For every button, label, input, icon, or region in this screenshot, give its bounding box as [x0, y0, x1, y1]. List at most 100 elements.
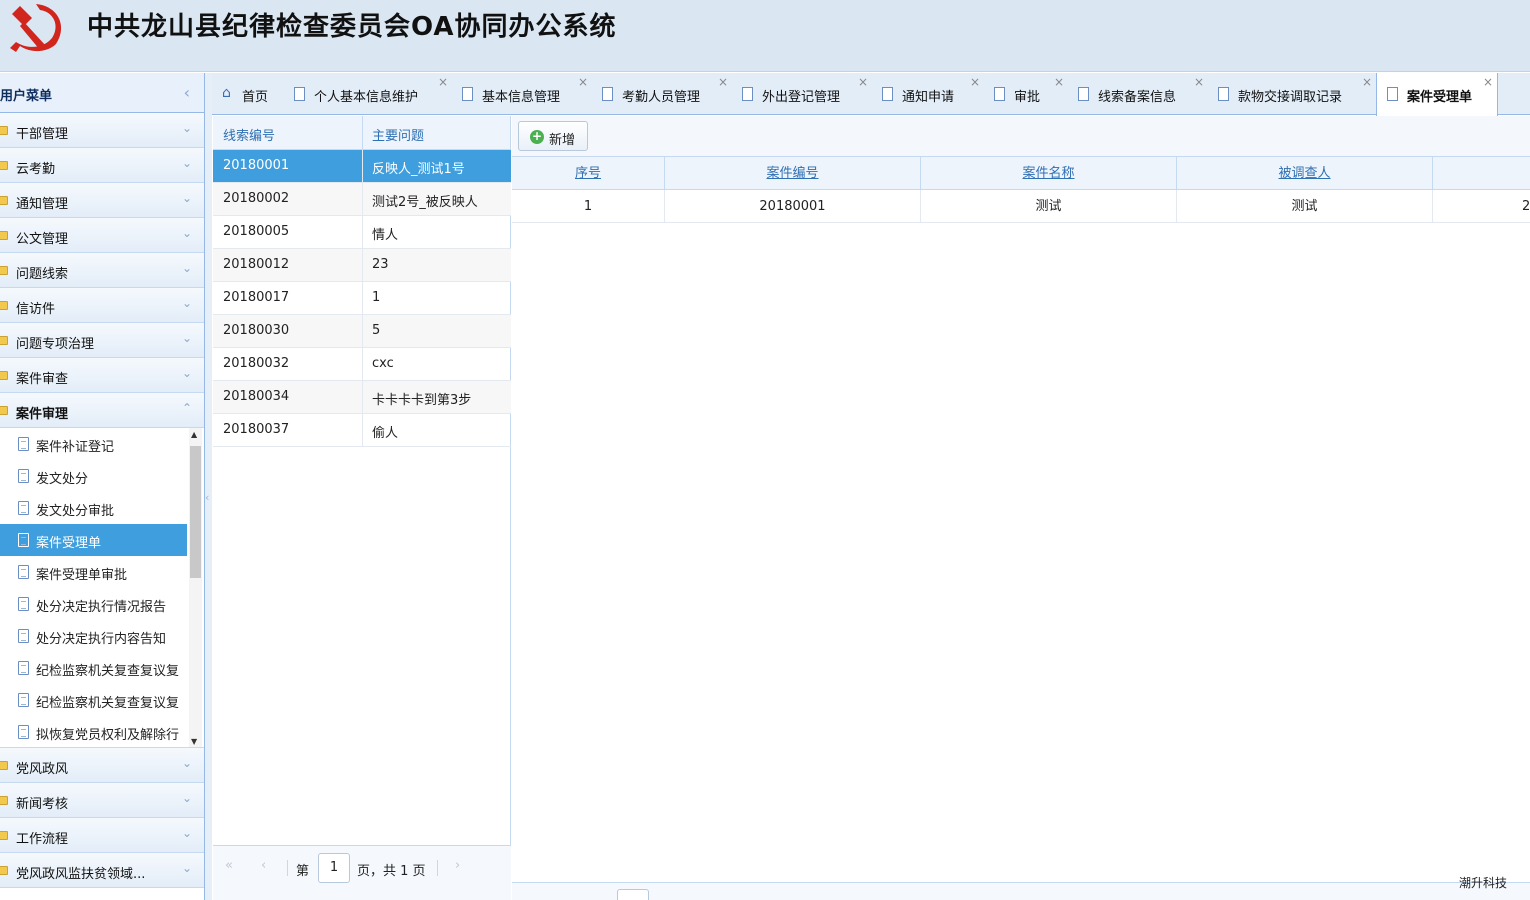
tab[interactable]: 基本信息管理 ×: [452, 73, 592, 115]
chevron-down-icon: ⌄: [181, 366, 192, 380]
close-icon[interactable]: ×: [578, 75, 588, 89]
submenu-scrollbar[interactable]: ▲ ▼: [189, 428, 202, 747]
table-row[interactable]: 20180032 cxc: [213, 348, 511, 381]
close-icon[interactable]: ×: [970, 75, 980, 89]
close-icon[interactable]: ×: [1362, 75, 1372, 89]
pagination: [512, 882, 1530, 900]
table-row[interactable]: 20180012 23: [213, 249, 511, 282]
table-row[interactable]: 20180017 1: [213, 282, 511, 315]
tab[interactable]: 个人基本信息维护 ×: [284, 73, 452, 115]
chevron-down-icon: ⌄: [181, 791, 192, 805]
next-page-icon[interactable]: ›: [455, 858, 460, 873]
sidebar-group[interactable]: 问题线索 ⌄: [0, 253, 204, 288]
document-icon: [18, 597, 29, 611]
collapse-sidebar-icon[interactable]: ‹: [184, 83, 190, 102]
table-row[interactable]: 20180030 5: [213, 315, 511, 348]
submenu-item-active[interactable]: 案件受理单: [0, 524, 187, 556]
chevron-left-icon[interactable]: ‹: [205, 491, 209, 504]
submenu-item[interactable]: 案件受理单审批: [0, 556, 187, 588]
table-row[interactable]: 20180005 情人: [213, 216, 511, 249]
sidebar-group[interactable]: 云考勤 ⌄: [0, 148, 204, 183]
tab-active[interactable]: 案件受理单 ×: [1376, 73, 1498, 116]
sidebar-group[interactable]: 公文管理 ⌄: [0, 218, 204, 253]
column-header[interactable]: 主要问题: [372, 125, 424, 144]
table-row[interactable]: 1 20180001 测试 测试 2: [512, 190, 1530, 223]
panel-splitter[interactable]: ‹: [205, 73, 212, 900]
table-row[interactable]: 20180002 测试2号_被反映人: [213, 183, 511, 216]
column-header[interactable]: 序号: [512, 157, 665, 190]
close-icon[interactable]: ×: [1483, 75, 1493, 89]
column-header[interactable]: 线索编号: [223, 125, 275, 144]
tab[interactable]: 审批 ×: [984, 73, 1068, 115]
table-row[interactable]: 20180001 反映人_测试1号: [213, 150, 511, 183]
document-icon: [18, 725, 29, 739]
close-icon[interactable]: ×: [438, 75, 448, 89]
submenu-item[interactable]: 处分决定执行情况报告: [0, 588, 187, 620]
scroll-up-icon[interactable]: ▲: [191, 430, 197, 439]
tab-bar: ⌂ 首页 个人基本信息维护 × 基本信息管理 × 考勤人员管理 × 外出登记管理 × 通知…: [212, 73, 1530, 116]
document-icon: [18, 693, 29, 707]
close-icon[interactable]: ×: [1054, 75, 1064, 89]
submenu-item[interactable]: 纪检监察机关复查复议复: [0, 684, 187, 716]
sidebar-header: 用户菜单 ‹: [0, 73, 204, 113]
scroll-down-icon[interactable]: ▼: [191, 737, 197, 746]
home-icon: ⌂: [222, 85, 231, 101]
app-title: 中共龙山县纪律检查委员会OA协同办公系统: [87, 12, 617, 42]
sidebar-group-open[interactable]: 案件审理 ⌃: [0, 393, 204, 428]
document-icon: [18, 565, 29, 579]
close-icon[interactable]: ×: [858, 75, 868, 89]
sidebar-group[interactable]: 问题专项治理 ⌄: [0, 323, 204, 358]
close-icon[interactable]: ×: [1194, 75, 1204, 89]
close-icon[interactable]: ×: [718, 75, 728, 89]
page-number-input[interactable]: [617, 889, 649, 900]
document-icon: [18, 501, 29, 515]
folder-icon: [0, 161, 8, 170]
column-header[interactable]: 被调查人: [1177, 157, 1433, 190]
sidebar-group[interactable]: 案件审查 ⌄: [0, 358, 204, 393]
sidebar-group[interactable]: 信访件 ⌄: [0, 288, 204, 323]
chevron-down-icon: ⌄: [181, 826, 192, 840]
sidebar-group[interactable]: 党风政风监扶贫领域... ⌄: [0, 853, 204, 888]
page-number-input[interactable]: 1: [318, 853, 350, 883]
add-button[interactable]: + 新增: [518, 121, 588, 151]
table-row[interactable]: 20180037 偷人: [213, 414, 511, 447]
sidebar-group[interactable]: 干部管理 ⌄: [0, 113, 204, 148]
first-page-icon[interactable]: «: [225, 858, 233, 873]
folder-icon: [0, 266, 8, 275]
column-header[interactable]: 案件名称: [921, 157, 1177, 190]
sidebar: 用户菜单 ‹ 干部管理 ⌄ 云考勤 ⌄ 通知管理 ⌄ 公文管理 ⌄ 问题线索 ⌄ 信访件 ⌄…: [0, 73, 205, 900]
submenu-item[interactable]: 纪检监察机关复查复议复: [0, 652, 187, 684]
clue-list-panel: 线索编号 主要问题 20180001 反映人_测试1号 20180002 测试2号_…: [213, 116, 511, 900]
tab[interactable]: 考勤人员管理 ×: [592, 73, 732, 115]
submenu-item[interactable]: 处分决定执行内容告知: [0, 620, 187, 652]
sidebar-group[interactable]: 党风政风 ⌄: [0, 748, 204, 783]
document-icon: [294, 87, 305, 101]
sidebar-group[interactable]: 新闻考核 ⌄: [0, 783, 204, 818]
column-header[interactable]: 案件编号: [665, 157, 921, 190]
folder-icon: [0, 866, 8, 875]
chevron-down-icon: ⌄: [181, 296, 192, 310]
submenu-item[interactable]: 发文处分: [0, 460, 187, 492]
scrollbar-thumb[interactable]: [190, 446, 201, 578]
tab[interactable]: 线索备案信息 ×: [1068, 73, 1208, 115]
table-row[interactable]: 20180034 卡卡卡卡到第3步: [213, 381, 511, 414]
prev-page-icon[interactable]: ‹: [261, 858, 266, 873]
chevron-down-icon: ⌄: [181, 156, 192, 170]
tab[interactable]: 通知申请 ×: [872, 73, 984, 115]
chevron-down-icon: ⌄: [181, 261, 192, 275]
app-header: 中共龙山县纪律检查委员会OA协同办公系统: [0, 0, 1530, 72]
document-icon: [1078, 87, 1089, 101]
tab-home[interactable]: ⌂ 首页: [212, 73, 284, 115]
chevron-down-icon: ⌄: [181, 226, 192, 240]
case-table-header: 序号 案件编号 案件名称 被调查人: [512, 157, 1530, 190]
document-icon: [602, 87, 613, 101]
sidebar-group[interactable]: 通知管理 ⌄: [0, 183, 204, 218]
submenu-item[interactable]: 发文处分审批: [0, 492, 187, 524]
folder-icon: [0, 831, 8, 840]
submenu-item[interactable]: 拟恢复党员权利及解除行: [0, 716, 187, 747]
submenu-item[interactable]: 案件补证登记: [0, 428, 187, 460]
sidebar-group[interactable]: 工作流程 ⌄: [0, 818, 204, 853]
folder-icon: [0, 231, 8, 240]
tab[interactable]: 外出登记管理 ×: [732, 73, 872, 115]
tab[interactable]: 款物交接调取记录 ×: [1208, 73, 1376, 115]
